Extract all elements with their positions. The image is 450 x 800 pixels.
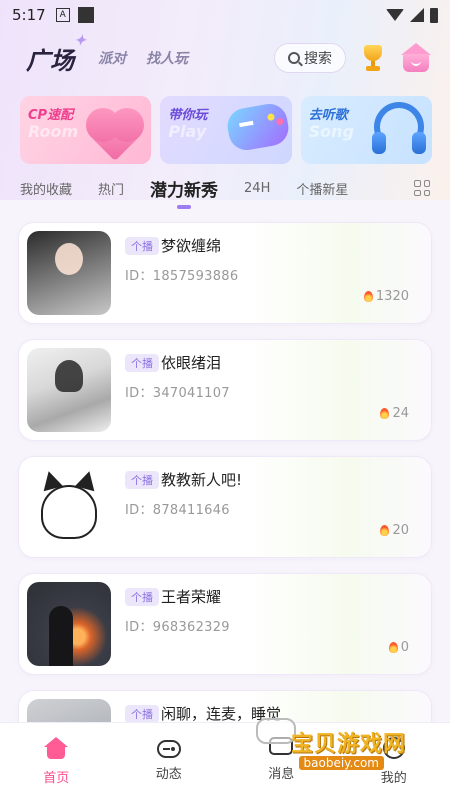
banner-cp-match[interactable]: CP速配 Room	[20, 96, 152, 164]
flame-icon	[363, 291, 373, 302]
home-house-icon[interactable]	[400, 43, 432, 73]
list-item[interactable]: 个播 王者荣耀 ID：968362329 0	[18, 573, 432, 675]
nav-home[interactable]: 首页	[6, 737, 106, 786]
flame-icon	[380, 525, 390, 536]
home-icon	[44, 737, 69, 759]
wifi-icon	[386, 9, 404, 21]
avatar	[27, 231, 111, 315]
tab-rising-stars[interactable]: 潜力新秀	[150, 176, 218, 201]
banner-ghost-text: Play	[168, 122, 207, 141]
banner-title: CP速配	[28, 108, 74, 123]
headphones-icon	[371, 102, 426, 154]
notification-a-icon: A	[55, 8, 70, 22]
banner-listen-song[interactable]: 去听歌 Song	[300, 96, 432, 164]
search-label: 搜索	[304, 51, 332, 67]
sparkle-icon: ✦	[74, 32, 86, 49]
page-title: 广场 ✦	[26, 33, 86, 76]
gamepad-icon	[224, 101, 291, 153]
feature-banners: CP速配 Room 带你玩 Play 去听歌 Song	[20, 96, 432, 164]
room-type-badge: 个播	[125, 354, 159, 372]
room-id: ID：878411646	[125, 503, 230, 518]
hot-value: 1320	[375, 289, 409, 304]
signal-icon	[410, 8, 424, 22]
search-icon	[288, 52, 300, 64]
grid-menu-icon[interactable]	[414, 180, 430, 196]
banner-title: 带你玩	[168, 108, 208, 123]
watermark-text: 宝贝游戏网	[290, 732, 406, 757]
tab-hot[interactable]: 热门	[98, 179, 124, 198]
watermark-url: baobeiy.com	[298, 756, 384, 770]
hot-value: 0	[400, 640, 409, 655]
heart-icon	[90, 112, 140, 162]
hot-count: 24	[380, 406, 409, 421]
room-id: ID：968362329	[125, 620, 230, 635]
site-watermark: 宝贝游戏网 baobeiy.com	[256, 718, 406, 778]
room-list: 个播 梦欲缠绵 ID：1857593886 1320 个播 依眼绪泪 ID：34…	[18, 222, 432, 800]
tab-24h[interactable]: 24H	[244, 181, 270, 196]
room-id: ID：1857593886	[125, 269, 239, 284]
avatar	[27, 465, 111, 549]
search-button[interactable]: 搜索	[274, 43, 346, 73]
flame-icon	[380, 408, 390, 419]
room-type-badge: 个播	[125, 237, 159, 255]
status-time: 5:17	[12, 6, 46, 24]
banner-ghost-text: Room	[28, 122, 79, 141]
banner-title: 去听歌	[308, 108, 348, 123]
room-id: ID：347041107	[125, 386, 230, 401]
flame-icon	[388, 642, 398, 653]
hot-count: 0	[388, 640, 409, 655]
room-name: 教教新人吧!	[161, 471, 243, 489]
gamepad-icon	[156, 740, 181, 758]
hot-count: 20	[380, 523, 409, 538]
tab-find-players[interactable]: 找人玩	[146, 48, 188, 68]
top-navigation: 广场 ✦ 派对 找人玩 搜索	[0, 33, 450, 80]
room-type-badge: 个播	[125, 705, 159, 723]
room-type-badge: 个播	[125, 588, 159, 606]
list-item[interactable]: 个播 教教新人吧! ID：878411646 20	[18, 456, 432, 558]
page-title-text: 广场	[26, 45, 74, 75]
room-name: 王者荣耀	[161, 588, 222, 606]
trophy-icon[interactable]	[358, 43, 388, 73]
status-bar: 5:17 A	[0, 0, 450, 30]
hot-count: 1320	[363, 289, 409, 304]
nav-feed[interactable]: 动态	[119, 737, 219, 782]
list-item[interactable]: 个播 依眼绪泪 ID：347041107 24	[18, 339, 432, 441]
notification-square-icon	[77, 7, 94, 23]
tab-party[interactable]: 派对	[98, 48, 126, 68]
avatar	[27, 348, 111, 432]
tab-favorites[interactable]: 我的收藏	[20, 179, 72, 198]
room-name: 梦欲缠绵	[161, 237, 222, 255]
hot-value: 20	[392, 523, 409, 538]
banner-play-with-you[interactable]: 带你玩 Play	[160, 96, 292, 164]
tab-new-streamers[interactable]: 个播新星	[296, 179, 348, 198]
avatar	[27, 582, 111, 666]
category-tabs: 我的收藏 热门 潜力新秀 24H 个播新星	[0, 172, 450, 204]
banner-ghost-text: Song	[308, 122, 355, 141]
hot-value: 24	[392, 406, 409, 421]
nav-feed-label: 动态	[155, 767, 182, 782]
room-type-badge: 个播	[125, 471, 159, 489]
list-item[interactable]: 个播 梦欲缠绵 ID：1857593886 1320	[18, 222, 432, 324]
nav-home-label: 首页	[43, 771, 70, 786]
room-name: 依眼绪泪	[161, 354, 222, 372]
battery-icon	[430, 7, 438, 23]
